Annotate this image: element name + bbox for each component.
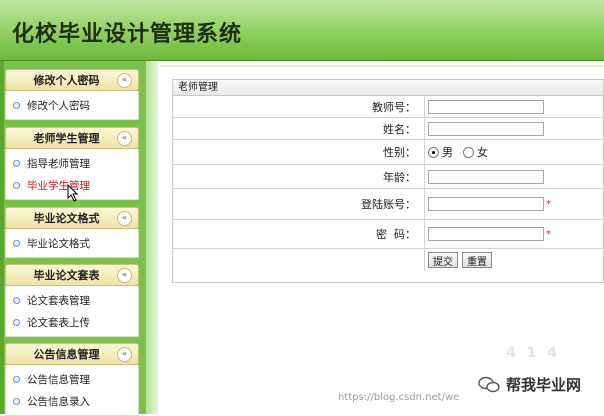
sidebar-item-announcement-management[interactable]: 公告信息管理 [6,368,138,390]
sidebar-section-announcements: 公告信息管理 « 公告信息管理 公告信息录入 [5,343,139,416]
label-age: 年龄： [173,165,425,188]
sidebar-item-teacher-management[interactable]: 指导老师管理 [6,152,138,174]
sidebar-section-title: 毕业论文套表 [33,269,100,282]
age-input[interactable] [428,169,544,184]
submit-button[interactable]: 提交 [428,252,458,268]
required-mark: * [546,198,551,210]
teacher-form-panel: 老师管理 教师号： 姓名： 性别： 男 女 年龄： 登陆账号： * 密 码： * [172,79,604,283]
sidebar-edge [0,61,4,414]
sidebar-section-password: 修改个人密码 « 修改个人密码 [5,69,139,120]
sidebar-section-header[interactable]: 毕业论文格式 « [5,207,139,229]
sidebar-item-announcement-entry[interactable]: 公告信息录入 [6,390,138,412]
sidebar-section-title: 毕业论文格式 [33,212,100,225]
bullet-icon [13,159,20,167]
form-row-age: 年龄： [173,165,603,189]
panel-title: 老师管理 [173,80,603,96]
main-content: 老师管理 教师号： 姓名： 性别： 男 女 年龄： 登陆账号： * 密 码： * [160,61,604,414]
sidebar-section-header[interactable]: 修改个人密码 « [5,69,139,91]
bullet-icon [13,101,20,109]
sidebar-item-forms-management[interactable]: 论文套表管理 [6,289,138,311]
bullet-icon [13,181,20,189]
sidebar-section-header[interactable]: 毕业论文套表 « [5,264,139,286]
radio-checked-icon [428,146,439,158]
label-gender: 性别： [173,140,425,164]
label-password: 密 码： [173,220,425,248]
content-top-rule [160,65,604,67]
reset-button[interactable]: 重置 [462,252,492,268]
sidebar-section-title: 修改个人密码 [33,74,100,87]
sidebar-section-header[interactable]: 公告信息管理 « [5,343,139,365]
mouse-cursor-icon [67,184,79,202]
actions-spacer [173,249,425,271]
bullet-icon [13,239,20,247]
app-header: 化校毕业设计管理系统 [0,0,604,61]
wechat-account-name: 帮我毕业网 [506,376,582,394]
form-row-login: 登陆账号： * [173,189,603,220]
collapse-icon[interactable]: « [117,346,132,362]
sidebar-item-forms-upload[interactable]: 论文套表上传 [6,311,138,333]
form-row-actions: 提交 重置 [173,249,603,271]
collapse-icon[interactable]: « [117,267,132,283]
wechat-icon [478,376,500,392]
collapse-icon[interactable]: « [117,210,132,226]
collapse-icon[interactable]: « [117,72,132,88]
form-row-name: 姓名： [173,118,603,140]
label-login-account: 登陆账号： [173,189,425,219]
sidebar-splitter[interactable] [146,61,158,414]
sidebar-section-title: 公告信息管理 [33,348,100,361]
sidebar-item-change-password[interactable]: 修改个人密码 [6,94,138,116]
form-row-password: 密 码： * [173,220,603,249]
faint-watermark: 4 1 4 [506,345,560,361]
sidebar-section-thesis-format: 毕业论文格式 « 毕业论文格式 [5,207,139,258]
collapse-icon[interactable]: « [117,130,132,146]
watermark-url: https://blog.csdn.net/we [338,392,460,403]
bullet-icon [13,318,20,326]
teacher-id-input[interactable] [428,99,544,114]
form-row-gender: 性别： 男 女 [173,140,603,165]
radio-unchecked-icon [463,146,474,158]
gender-male-radio[interactable]: 男 [428,144,453,160]
gender-female-radio[interactable]: 女 [463,144,488,160]
name-input[interactable] [428,121,544,136]
sidebar-section-thesis-forms: 毕业论文套表 « 论文套表管理 论文套表上传 [5,264,139,337]
sidebar: 修改个人密码 « 修改个人密码 老师学生管理 « 指导老师管理 毕业学生管理 毕… [0,61,146,416]
required-mark: * [546,228,551,240]
sidebar-section-header[interactable]: 老师学生管理 « [5,127,139,149]
password-input[interactable] [428,227,544,241]
app-title: 化校毕业设计管理系统 [12,22,243,47]
sidebar-section-title: 老师学生管理 [33,132,100,145]
login-account-input[interactable] [428,197,544,211]
form-row-teacher-id: 教师号： [173,96,603,118]
label-teacher-id: 教师号： [173,96,425,117]
bullet-icon [13,296,20,304]
wechat-watermark: 帮我毕业网 [478,374,581,395]
bullet-icon [13,375,20,383]
bullet-icon [13,397,20,405]
label-name: 姓名： [173,118,425,139]
sidebar-item-thesis-format[interactable]: 毕业论文格式 [6,232,138,254]
